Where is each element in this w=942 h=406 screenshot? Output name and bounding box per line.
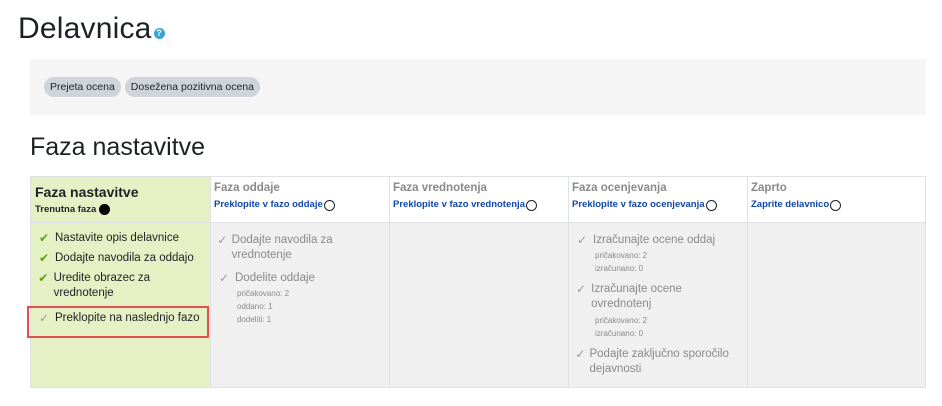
task-item: ✔ Nastavite opis delavnice bbox=[38, 231, 180, 245]
switch-to-assessment-link[interactable]: Preklopite v fazo vrednotenja bbox=[393, 199, 565, 211]
task-detail: oddano: 1 bbox=[237, 302, 273, 311]
check-todo-icon: ✓ bbox=[576, 282, 587, 296]
task-detail: dodeliti: 1 bbox=[237, 315, 272, 324]
task-item: ✔ Uredite obrazec za vrednotenje bbox=[38, 271, 151, 299]
highlight-annotation bbox=[27, 306, 209, 338]
task-item: ✓ Izračunajte ocene ovrednotenj bbox=[576, 282, 682, 310]
phase-evaluation-tasks: ✓ Izračunajte ocene oddaj pričakovano: 2… bbox=[569, 223, 747, 387]
phase-evaluation: Faza ocenjevanja Preklopite v fazo ocenj… bbox=[568, 177, 747, 387]
check-done-icon: ✔ bbox=[38, 271, 49, 285]
phase-closed: Zaprto Zaprite delavnico bbox=[747, 177, 925, 387]
switch-to-evaluation-link[interactable]: Preklopite v fazo ocenjevanja bbox=[572, 199, 744, 211]
task-detail: izračunano: 0 bbox=[595, 329, 644, 338]
phase-assessment-header: Faza vrednotenja Preklopite v fazo vredn… bbox=[390, 177, 568, 223]
task-detail: pričakovano: 2 bbox=[595, 251, 648, 260]
check-done-icon: ✔ bbox=[38, 251, 50, 265]
task-item: ✓ Dodajte navodila za vrednotenje bbox=[217, 233, 333, 261]
check-done-icon: ✔ bbox=[38, 231, 50, 245]
task-item: ✔ Dodajte navodila za oddajo bbox=[38, 251, 194, 265]
task-detail: pričakovano: 2 bbox=[595, 316, 648, 325]
phase-assessment-name: Faza vrednotenja bbox=[393, 182, 487, 194]
phase-setup-name: Faza nastavitve bbox=[35, 184, 139, 200]
switch-to-submission-link[interactable]: Preklopite v fazo oddaje bbox=[214, 199, 386, 211]
phase-setup-header: Faza nastavitve Trenutna faza bbox=[31, 177, 210, 223]
phase-submission-header: Faza oddaje Preklopite v fazo oddaje bbox=[211, 177, 389, 223]
badge-grade-received: Prejeta ocena bbox=[44, 76, 121, 98]
task-detail: pričakovano: 2 bbox=[237, 289, 290, 298]
switch-phase-circle-icon[interactable] bbox=[525, 199, 537, 211]
phase-evaluation-name: Faza ocenjevanja bbox=[572, 182, 667, 194]
current-phase-dot-icon bbox=[99, 204, 111, 215]
phase-closed-header: Zaprto Zaprite delavnico bbox=[748, 177, 925, 223]
task-item: ✓ Izračunajte ocene oddaj bbox=[576, 233, 716, 247]
task-item: ✓ Podajte zaključno sporočilo dejavnosti bbox=[575, 347, 729, 375]
phase-assessment: Faza vrednotenja Preklopite v fazo vredn… bbox=[389, 177, 568, 387]
phase-setup-tasks: ✔ Nastavite opis delavnice ✔ Dodajte nav… bbox=[31, 223, 210, 387]
phase-assessment-tasks bbox=[390, 223, 568, 387]
phase-submission: Faza oddaje Preklopite v fazo oddaje ✓ D… bbox=[210, 177, 389, 387]
phase-setup: Faza nastavitve Trenutna faza ✔ Nastavit… bbox=[31, 177, 210, 387]
phase-planner: Faza nastavitve Trenutna faza ✔ Nastavit… bbox=[30, 176, 926, 388]
task-item: ✓ Dodelite oddaje bbox=[218, 271, 315, 285]
check-todo-icon: ✓ bbox=[576, 233, 588, 247]
phase-submission-name: Faza oddaje bbox=[214, 182, 280, 194]
close-workshop-link[interactable]: Zaprite delavnico bbox=[751, 199, 922, 211]
current-phase-heading: Faza nastavitve bbox=[30, 133, 206, 161]
phase-closed-tasks bbox=[748, 223, 925, 387]
page-title: Delavnica ? bbox=[18, 12, 165, 46]
phase-closed-name: Zaprto bbox=[751, 182, 787, 194]
check-todo-icon: ✓ bbox=[218, 271, 230, 285]
current-phase-label: Trenutna faza bbox=[35, 204, 207, 215]
task-detail: izračunano: 0 bbox=[595, 264, 644, 273]
check-todo-icon: ✓ bbox=[217, 233, 228, 247]
switch-phase-circle-icon[interactable] bbox=[830, 199, 842, 211]
phase-submission-tasks: ✓ Dodajte navodila za vrednotenje ✓ Dode… bbox=[211, 223, 389, 387]
switch-phase-circle-icon[interactable] bbox=[323, 199, 335, 211]
check-todo-icon: ✓ bbox=[575, 347, 586, 361]
switch-phase-circle-icon[interactable] bbox=[705, 199, 717, 211]
completion-badges: Prejeta ocena Dosežena pozitivna ocena bbox=[30, 59, 926, 115]
phase-evaluation-header: Faza ocenjevanja Preklopite v fazo ocenj… bbox=[569, 177, 747, 223]
help-icon[interactable]: ? bbox=[153, 28, 165, 39]
badge-passing-grade: Dosežena pozitivna ocena bbox=[124, 76, 260, 98]
